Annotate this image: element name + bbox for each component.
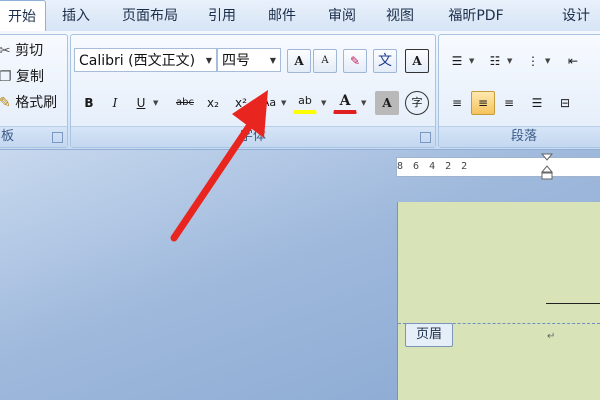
underline-dropdown-icon[interactable]: ▼ [153, 99, 158, 107]
decrease-indent-icon: ⇤ [567, 54, 579, 68]
bold-icon: B [84, 96, 94, 110]
distributed-button[interactable]: ⊟ [553, 91, 577, 115]
ruler-ticks: 8 6 4 2 2 [397, 161, 470, 172]
paragraph-group-label: 段落 [439, 126, 600, 147]
align-right-icon: ≡ [503, 96, 515, 110]
ribbon-tab-bar: 开始 插入 页面布局 引用 邮件 审阅 视图 福昕PDF 设计 [0, 0, 600, 33]
font-color-dropdown-icon[interactable]: ▼ [361, 99, 366, 107]
format-painter-button[interactable]: ✎ 格式刷 [0, 91, 57, 115]
bold-button[interactable]: B [77, 91, 101, 115]
annotation-arrow-icon [170, 90, 268, 242]
distributed-icon: ⊟ [559, 96, 571, 110]
grow-font-button[interactable]: A [287, 49, 311, 73]
phonetic-guide-button[interactable]: 文 [373, 49, 397, 73]
clipboard-group: ✂ 剪切 ❐ 复制 ✎ 格式刷 板 [0, 34, 68, 148]
brush-icon: ✎ [0, 95, 11, 111]
format-painter-label: 格式刷 [15, 95, 58, 111]
bullet-list-icon: ☰ [451, 54, 463, 68]
character-border-button[interactable]: A [405, 49, 429, 73]
italic-icon: I [112, 96, 118, 110]
font-name-combo[interactable]: Calibri (西文正文) ▼ [74, 48, 217, 72]
ribbon: ✂ 剪切 ❐ 复制 ✎ 格式刷 板 Calibri (西文正文) ▼ 四号 ▼ … [0, 31, 600, 150]
tab-foxit-pdf[interactable]: 福昕PDF [436, 0, 516, 31]
cut-button[interactable]: ✂ 剪切 [0, 39, 43, 63]
decrease-indent-button[interactable]: ⇤ [561, 49, 585, 73]
numbered-list-icon: ☷ [489, 54, 501, 68]
enclose-characters-icon: 字 [411, 96, 423, 109]
chevron-down-icon[interactable]: ▼ [270, 49, 276, 73]
multilevel-list-button[interactable]: ⋮ [521, 49, 545, 73]
tab-mailings[interactable]: 邮件 [258, 0, 306, 31]
copy-icon: ❐ [0, 69, 12, 85]
clipboard-dialog-launcher-icon[interactable] [52, 132, 63, 143]
header-rule-line [546, 303, 600, 304]
underline-button[interactable]: U [129, 91, 153, 115]
font-color-icon: A [339, 93, 351, 109]
indent-marker-icon[interactable] [540, 152, 554, 182]
chevron-down-icon[interactable]: ▼ [206, 49, 212, 73]
numbering-button[interactable]: ☷ [483, 49, 507, 73]
font-size-value: 四号 [222, 53, 250, 69]
clear-formatting-button[interactable]: ✎ [343, 49, 367, 73]
align-left-button[interactable]: ≡ [445, 91, 469, 115]
scissors-icon: ✂ [0, 43, 11, 59]
tab-references[interactable]: 引用 [198, 0, 246, 31]
grow-font-icon: A [294, 54, 304, 68]
multilevel-list-icon: ⋮ [527, 54, 539, 68]
tab-insert[interactable]: 插入 [52, 0, 100, 31]
multilevel-dropdown-icon[interactable]: ▼ [545, 57, 550, 65]
character-border-icon: A [412, 54, 422, 68]
copy-label: 复制 [16, 69, 45, 85]
text-highlight-button[interactable]: ab [293, 91, 317, 114]
justify-icon: ☰ [531, 96, 543, 110]
underline-icon: U [136, 96, 146, 110]
shrink-font-button[interactable]: A [313, 49, 337, 73]
enclose-characters-button[interactable]: 字 [405, 91, 429, 115]
copy-button[interactable]: ❐ 复制 [0, 65, 44, 89]
bullets-dropdown-icon[interactable]: ▼ [469, 57, 474, 65]
paragraph-mark: ↵ [547, 331, 556, 342]
numbering-dropdown-icon[interactable]: ▼ [507, 57, 512, 65]
align-right-button[interactable]: ≡ [497, 91, 521, 115]
tab-review[interactable]: 审阅 [318, 0, 366, 31]
header-tag: 页眉 [405, 323, 453, 347]
align-left-icon: ≡ [451, 96, 463, 110]
highlighter-icon: ab [298, 94, 312, 107]
tab-view[interactable]: 视图 [376, 0, 424, 31]
highlight-dropdown-icon[interactable]: ▼ [321, 99, 326, 107]
eraser-icon: ✎ [349, 54, 361, 68]
justify-button[interactable]: ☰ [525, 91, 549, 115]
font-color-button[interactable]: A [333, 91, 357, 114]
align-center-button[interactable]: ≡ [471, 91, 495, 115]
tab-home[interactable]: 开始 [0, 0, 46, 33]
font-size-combo[interactable]: 四号 ▼ [217, 48, 281, 72]
character-shading-icon: A [382, 96, 392, 110]
horizontal-ruler[interactable]: 8 6 4 2 2 [396, 157, 600, 177]
character-shading-button[interactable]: A [375, 91, 399, 115]
shrink-font-icon: A [321, 55, 329, 66]
document-page[interactable] [397, 202, 600, 400]
phonetic-guide-icon: 文 [378, 53, 392, 69]
tab-page-layout[interactable]: 页面布局 [110, 0, 190, 31]
align-center-icon: ≡ [477, 96, 489, 110]
font-name-value: Calibri (西文正文) [79, 53, 196, 69]
paragraph-group: ☰ ▼ ☷ ▼ ⋮ ▼ ⇤ ≡ ≡ ≡ ☰ ⊟ 段落 [438, 34, 600, 148]
cut-label: 剪切 [15, 43, 44, 59]
font-dialog-launcher-icon[interactable] [420, 132, 431, 143]
tab-design[interactable]: 设计 [552, 0, 600, 31]
bullets-button[interactable]: ☰ [445, 49, 469, 73]
italic-button[interactable]: I [103, 91, 127, 115]
